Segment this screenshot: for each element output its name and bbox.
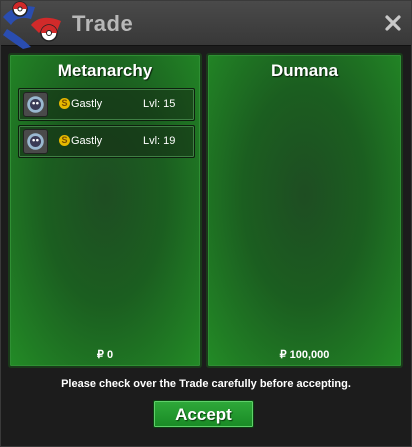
pokeball-logo-icon bbox=[3, 1, 61, 49]
trade-panel-right: Dumana ₽ 100,000 bbox=[206, 53, 403, 368]
trade-pokemon-row[interactable]: S Gastly Lvl: 15 bbox=[18, 88, 195, 121]
shiny-coin-icon: S bbox=[59, 135, 70, 146]
pokemon-level: Lvl: 15 bbox=[143, 98, 176, 110]
accept-button[interactable]: Accept bbox=[153, 400, 254, 428]
money-offer-right: ₽ 100,000 bbox=[279, 349, 330, 361]
gastly-sprite-icon bbox=[23, 129, 48, 154]
pokemon-name: Gastly bbox=[71, 135, 103, 147]
money-offer-left: ₽ 0 bbox=[96, 349, 114, 361]
title-bar: Trade bbox=[1, 1, 411, 49]
close-icon[interactable] bbox=[383, 13, 403, 33]
trade-pokemon-row[interactable]: S Gastly Lvl: 19 bbox=[18, 125, 195, 158]
trade-notice: Please check over the Trade carefully be… bbox=[61, 378, 351, 390]
window-title: Trade bbox=[72, 11, 134, 36]
trade-panel-left: Metanarchy S Gastly Lvl: 15 S Gastly Lvl… bbox=[8, 53, 202, 368]
shiny-coin-icon: S bbox=[59, 98, 70, 109]
trade-window: Trade Metanarchy S Gastly Lvl: 15 S Gast… bbox=[0, 0, 412, 447]
gastly-sprite-icon bbox=[23, 92, 48, 117]
pokemon-level: Lvl: 19 bbox=[143, 135, 176, 147]
pokemon-name: Gastly bbox=[71, 98, 103, 110]
trainer-name-left: Metanarchy bbox=[57, 61, 153, 80]
trainer-name-right: Dumana bbox=[270, 61, 339, 80]
